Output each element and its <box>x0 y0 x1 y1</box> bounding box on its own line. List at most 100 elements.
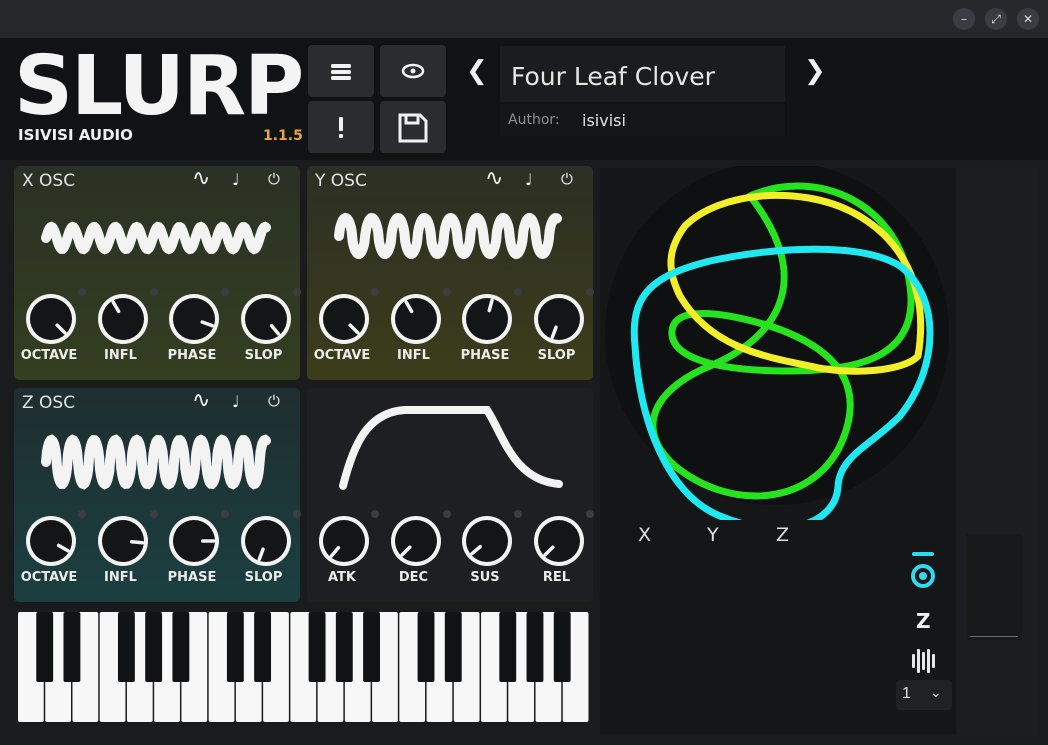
window-titlebar: – ⤢ ✕ <box>0 0 1048 38</box>
save-icon <box>398 113 428 143</box>
menu-icon <box>331 64 351 80</box>
x-osc-octave-knob[interactable]: OCTAVE <box>16 290 82 376</box>
x-axis-label: X <box>638 524 652 546</box>
black-key[interactable] <box>226 612 244 682</box>
knob-dial <box>319 516 369 566</box>
z-osc-slop-knob[interactable]: SLOP <box>231 512 297 598</box>
knob-dial <box>169 294 219 344</box>
y-axis-label: Y <box>707 524 719 546</box>
knob-dial <box>26 294 76 344</box>
black-key[interactable] <box>444 612 462 682</box>
knob-dial <box>390 516 441 566</box>
black-key[interactable] <box>526 612 544 682</box>
version-label: 1.1.5 <box>263 128 303 144</box>
y-osc-phase-mod-indicator <box>514 288 522 296</box>
knob-dial <box>97 516 148 566</box>
black-key[interactable] <box>308 612 326 682</box>
x-osc-infl-knob[interactable]: INFL <box>88 290 154 376</box>
minimize-button[interactable]: – <box>953 8 975 30</box>
app-logo: SLURP <box>14 39 304 134</box>
y-osc-octave-knob[interactable]: OCTAVE <box>309 290 375 376</box>
voice-selector-value: 1 <box>902 685 911 702</box>
x-osc-slop-knob[interactable]: SLOP <box>231 290 297 376</box>
env-atk-mod-indicator <box>371 510 379 518</box>
knob-dial <box>319 294 369 344</box>
z-osc-infl-mod-indicator <box>149 510 158 518</box>
next-preset-button[interactable]: ❯ <box>804 56 826 86</box>
z-osc-phase-mod-indicator <box>221 510 229 518</box>
alert-icon <box>339 117 343 138</box>
env-rel-knob[interactable]: REL <box>524 512 590 598</box>
env-sus-knob[interactable]: SUS <box>452 512 518 598</box>
knob-dial <box>533 294 584 344</box>
prev-preset-button[interactable]: ❮ <box>466 56 488 86</box>
header: SLURP ISIVISI AUDIO 1.1.5 ❮ Four Leaf Cl… <box>0 38 1048 160</box>
black-key[interactable] <box>335 612 353 682</box>
cyan-bar-icon <box>912 552 934 556</box>
voice-selector[interactable]: 1 ⌄ <box>896 680 952 710</box>
z-osc-slop-mod-indicator <box>292 510 301 518</box>
black-key[interactable] <box>117 612 135 682</box>
y-osc-phase-knob[interactable]: PHASE <box>452 290 518 376</box>
view-button[interactable] <box>380 45 446 97</box>
z-osc-waveform <box>41 434 271 490</box>
save-button[interactable] <box>380 101 446 153</box>
y-osc-slop-label: SLOP <box>537 348 576 363</box>
knob-dial <box>462 516 512 566</box>
knob-dial <box>97 294 148 344</box>
z-osc-infl-knob[interactable]: INFL <box>88 512 154 598</box>
company-name: ISIVISI AUDIO <box>18 126 133 144</box>
preset-selector[interactable]: Four Leaf Clover <box>500 46 785 102</box>
envelope-curve <box>339 406 563 490</box>
maximize-button[interactable]: ⤢ <box>985 8 1007 30</box>
y-osc-slop-knob[interactable]: SLOP <box>524 290 590 376</box>
z-osc-phase-knob[interactable]: PHASE <box>159 512 225 598</box>
knob-dial <box>26 516 76 566</box>
black-key[interactable] <box>172 612 190 682</box>
x-osc-waveform <box>41 221 271 255</box>
black-key[interactable] <box>363 612 380 682</box>
y-osc-octave-mod-indicator <box>371 288 379 296</box>
env-atk-knob[interactable]: ATK <box>309 512 375 598</box>
black-key[interactable] <box>254 612 272 682</box>
black-key[interactable] <box>553 612 571 682</box>
black-key[interactable] <box>417 612 435 682</box>
alert-button[interactable] <box>308 101 374 153</box>
black-key[interactable] <box>499 612 517 682</box>
z-mode-icon: Z <box>916 609 931 633</box>
z-osc-octave-knob[interactable]: OCTAVE <box>16 512 82 598</box>
eye-icon <box>401 63 425 79</box>
author-label: Author: <box>508 112 560 128</box>
black-key[interactable] <box>145 612 163 682</box>
env-rel-mod-indicator <box>585 510 594 518</box>
x-osc-phase-knob[interactable]: PHASE <box>159 290 225 376</box>
chevron-down-icon: ⌄ <box>930 684 942 700</box>
env-sus-mod-indicator <box>514 510 522 518</box>
x-osc-slop-label: SLOP <box>244 348 283 363</box>
plugin-window: SLURP ISIVISI AUDIO 1.1.5 ❮ Four Leaf Cl… <box>0 38 1048 745</box>
x-osc-phase-mod-indicator <box>221 288 229 296</box>
x-osc-infl-mod-indicator <box>149 288 158 296</box>
y-osc-infl-knob[interactable]: INFL <box>381 290 447 376</box>
black-key[interactable] <box>63 612 81 682</box>
knob-dial <box>390 294 441 344</box>
xyz-scope <box>605 166 949 520</box>
z-axis-label: Z <box>776 524 790 546</box>
preset-name: Four Leaf Clover <box>511 62 715 91</box>
y-osc-waveform <box>334 212 562 260</box>
z-osc-slop-label: SLOP <box>244 570 283 585</box>
author-field: Author: isivisi <box>500 104 785 136</box>
close-button[interactable]: ✕ <box>1017 8 1039 30</box>
x-osc-slop-mod-indicator <box>292 288 301 296</box>
menu-button[interactable] <box>308 45 374 97</box>
knob-dial <box>462 294 512 344</box>
z-osc-octave-mod-indicator <box>78 510 86 518</box>
master-meter <box>966 534 1022 640</box>
author-value: isivisi <box>582 111 626 130</box>
knob-dial <box>240 516 291 566</box>
knob-dial <box>240 294 291 344</box>
black-key[interactable] <box>36 612 54 682</box>
piano-keyboard[interactable] <box>18 612 590 724</box>
knob-dial <box>533 516 584 566</box>
env-dec-knob[interactable]: DEC <box>381 512 447 598</box>
